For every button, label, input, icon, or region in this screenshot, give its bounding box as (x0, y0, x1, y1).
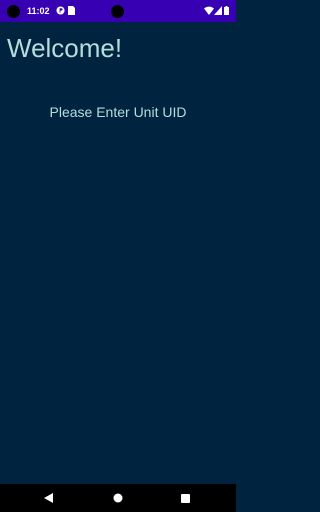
main-content: Welcome! Please Enter Unit UID (0, 22, 236, 484)
sim-card-icon (68, 6, 75, 17)
navigation-bar (0, 484, 236, 512)
status-bar: 11:02 (0, 0, 236, 22)
welcome-title: Welcome! (7, 33, 123, 63)
unit-uid-prompt: Please Enter Unit UID (49, 104, 187, 120)
camera-cutout-center (111, 5, 124, 18)
camera-cutout-left (7, 5, 20, 18)
signal-icon (214, 6, 222, 17)
battery-icon (224, 6, 229, 17)
home-icon[interactable] (110, 490, 126, 506)
recents-icon[interactable] (177, 490, 193, 506)
back-icon[interactable] (41, 490, 57, 506)
status-time: 11:02 (27, 6, 50, 16)
wifi-icon (204, 6, 214, 17)
notification-p-icon (56, 6, 65, 17)
